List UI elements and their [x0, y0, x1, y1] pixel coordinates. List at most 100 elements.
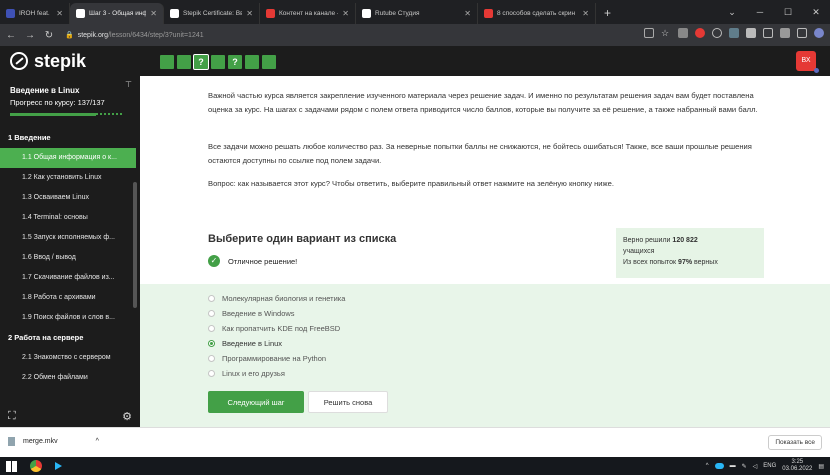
answer-option[interactable]: Молекулярная биология и генетика [208, 294, 345, 303]
extension-icon-3[interactable] [712, 28, 722, 38]
answer-option-label: Программирование на Python [222, 354, 327, 363]
step-indicator[interactable] [177, 55, 191, 69]
share-icon[interactable] [644, 28, 654, 38]
close-window-icon[interactable]: ✕ [802, 7, 830, 18]
tab-favicon-icon [76, 9, 85, 18]
radio-button[interactable] [208, 340, 215, 347]
radio-button[interactable] [208, 325, 215, 332]
language-indicator[interactable]: ENG [763, 463, 776, 469]
lesson-item[interactable]: 2.1 Знакомство с сервером [0, 348, 136, 368]
url-host: stepik.org [77, 31, 109, 39]
chrome-icon[interactable] [30, 460, 42, 472]
url-field[interactable]: 🔒 stepik.org/lesson/6434/step/3?unit=124… [65, 31, 204, 40]
pen-icon[interactable]: ✎ [742, 463, 747, 470]
show-all-downloads-button[interactable]: Показать все [768, 435, 822, 450]
radio-button[interactable] [208, 310, 215, 317]
clock[interactable]: 3:25 03.06.2022 [782, 459, 812, 473]
lesson-item[interactable]: 1.5 Запуск исполняемых ф... [0, 228, 136, 248]
reload-icon[interactable]: ↻ [41, 30, 57, 41]
step-indicator[interactable] [245, 55, 259, 69]
answer-option-label: Введение в Linux [222, 339, 283, 348]
tab-close-icon[interactable]: ✕ [342, 9, 349, 18]
radio-button[interactable] [208, 370, 215, 377]
cloud-icon[interactable] [714, 463, 724, 469]
browser-tab[interactable]: 8 способов сделать скрин ✕ [478, 3, 596, 24]
tab-close-icon[interactable]: ✕ [246, 9, 253, 18]
stats-solved-prefix: Верно решили [623, 237, 673, 244]
lesson-item[interactable]: 1.8 Работа с архивами [0, 288, 136, 308]
user-avatar[interactable]: ВХ [796, 51, 819, 73]
profile-avatar[interactable] [814, 28, 824, 38]
tab-search-icon[interactable]: ⌄ [718, 7, 746, 18]
tab-close-icon[interactable]: ✕ [150, 9, 157, 18]
extension-icon-5[interactable] [746, 28, 756, 38]
stats-percent-prefix: Из всех попыток [623, 259, 679, 266]
course-title[interactable]: Введение в Linux [10, 86, 130, 95]
media-player-icon[interactable] [55, 462, 62, 470]
tab-close-icon[interactable]: ✕ [56, 9, 63, 18]
sidebar-scrollbar[interactable] [133, 182, 137, 308]
windows-start-icon[interactable] [6, 460, 17, 472]
lesson-item[interactable]: 1.6 Ввод / вывод [0, 248, 136, 268]
download-item[interactable]: merge.mkv ^ [8, 437, 99, 446]
lesson-item[interactable]: 1.1 Общая информация о к... [0, 148, 136, 168]
answer-option[interactable]: Введение в Windows [208, 309, 295, 318]
extension-icon-1[interactable] [678, 28, 688, 38]
extension-icon-6[interactable] [763, 28, 773, 38]
stats-solved-line: Верно решили 120 822 [623, 235, 757, 246]
answer-option[interactable]: Как пропатчить KDE под FreeBSD [208, 324, 340, 333]
volume-icon[interactable]: ◁ [753, 463, 758, 470]
section-title[interactable]: 1 Введение [0, 128, 140, 148]
notifications-icon[interactable]: ▤ [818, 463, 824, 470]
download-filename: merge.mkv [23, 438, 58, 445]
step-indicator[interactable] [160, 55, 174, 69]
radio-button[interactable] [208, 295, 215, 302]
browser-tab[interactable]: Контент на канале - YouTu ✕ [260, 3, 356, 24]
step-indicator[interactable] [211, 55, 225, 69]
tab-close-icon[interactable]: ✕ [464, 9, 471, 18]
lesson-item[interactable]: 1.2 Как установить Linux [0, 168, 136, 188]
tray-chevron-icon[interactable]: ^ [706, 463, 709, 469]
back-icon[interactable]: ← [3, 30, 19, 41]
course-info: Введение в Linux Прогресс по курсу: 137/… [0, 76, 140, 116]
check-circle-icon: ✓ [208, 255, 220, 267]
browser-tab[interactable]: Stepik Certificate: Введени ✕ [164, 3, 260, 24]
extensions-puzzle-icon[interactable] [780, 28, 790, 38]
answer-option[interactable]: Linux и его друзья [208, 369, 285, 378]
chevron-up-icon[interactable]: ^ [96, 438, 99, 445]
browser-tab[interactable]: Rutube Студия ✕ [356, 3, 478, 24]
tab-close-icon[interactable]: ✕ [582, 9, 589, 18]
lesson-item[interactable]: 1.3 Осваиваем Linux [0, 188, 136, 208]
extension-icon-2[interactable] [695, 28, 705, 38]
step-indicator[interactable]: ? [193, 54, 209, 70]
step-navigation-bar: ?? ВХ [140, 46, 830, 76]
browser-tab[interactable]: Шаг 3 - Общая информаци ✕ [70, 3, 164, 24]
stats-percent-value: 97% [678, 259, 693, 266]
solve-again-button[interactable]: Решить снова [308, 391, 388, 413]
browser-tab[interactable]: IROH feat. КлоуКома — Кл ✕ [0, 3, 70, 24]
radio-button[interactable] [208, 355, 215, 362]
lesson-item[interactable]: 1.4 Terminal: основы [0, 208, 136, 228]
lesson-item[interactable]: 1.9 Поиск файлов и слов в... [0, 308, 136, 328]
maximize-icon[interactable]: ☐ [774, 7, 802, 18]
minimize-icon[interactable]: ─ [746, 7, 774, 17]
section-title[interactable]: 2 Работа на сервере [0, 328, 140, 348]
side-panel-icon[interactable] [797, 28, 807, 38]
collapse-sidebar-icon[interactable]: ⛶ [8, 410, 16, 423]
extension-icon-4[interactable] [729, 28, 739, 38]
step-indicator[interactable]: ? [228, 55, 242, 69]
new-tab-icon[interactable]: + [596, 3, 619, 24]
bookmark-star-icon[interactable]: ☆ [661, 28, 671, 38]
answer-option[interactable]: Программирование на Python [208, 354, 326, 363]
settings-gear-icon[interactable]: ⚙ [122, 410, 132, 423]
answer-option[interactable]: Введение в Linux [208, 339, 282, 348]
forward-icon[interactable]: → [22, 30, 38, 41]
stats-percent-suffix: верных [692, 259, 718, 266]
next-step-button[interactable]: Следующий шаг [208, 391, 304, 413]
lesson-item[interactable]: 2.2 Обмен файлами [0, 368, 136, 388]
pin-icon[interactable]: ⊤ [125, 80, 132, 89]
lesson-item[interactable]: 1.7 Скачивание файлов из... [0, 268, 136, 288]
step-indicator[interactable] [262, 55, 276, 69]
stepik-logo[interactable]: stepik [0, 46, 140, 76]
network-icon[interactable]: ▬ [730, 463, 736, 469]
